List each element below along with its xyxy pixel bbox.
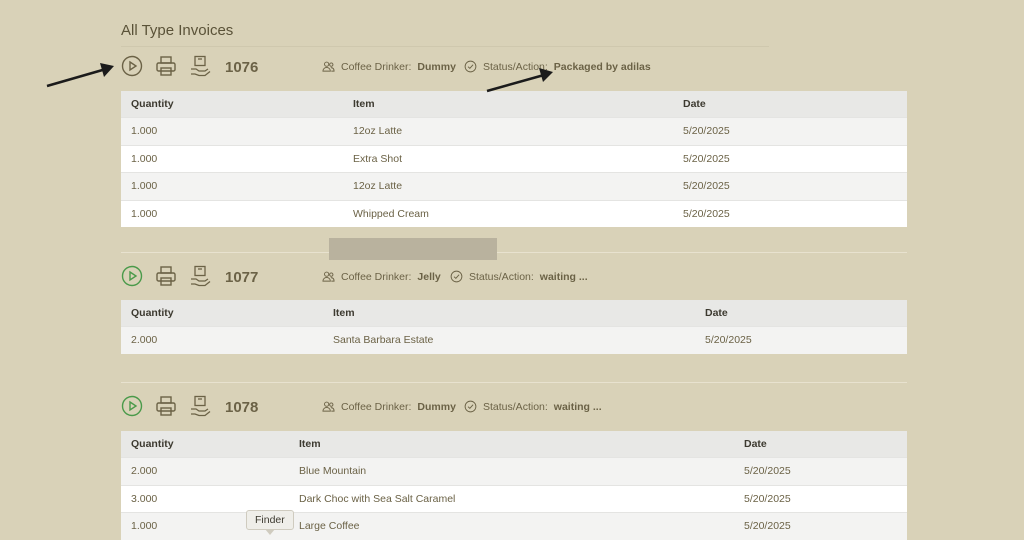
item-cell: 12oz Latte xyxy=(343,117,673,145)
table-row[interactable]: 2.000 Santa Barbara Estate 5/20/2025 xyxy=(121,326,907,354)
column-header[interactable]: Quantity xyxy=(121,300,323,327)
tooltip: Finder xyxy=(246,510,294,535)
invoice-number[interactable]: 1077 xyxy=(225,269,258,286)
package-hand-icon[interactable] xyxy=(189,395,211,417)
divider xyxy=(121,46,769,47)
invoice-header: 1077 Coffee Drinker: Jelly Status/Action… xyxy=(121,265,907,293)
invoice-number[interactable]: 1078 xyxy=(225,399,258,416)
printer-icon[interactable] xyxy=(155,55,177,77)
date-cell: 5/20/2025 xyxy=(673,172,907,200)
table-row[interactable]: 1.000 Whipped Cream 5/20/2025 xyxy=(121,199,907,227)
coffee-drinker-info: Coffee Drinker: Jelly xyxy=(322,270,441,283)
item-cell: Large Coffee xyxy=(289,512,734,540)
status-info: Status/Action: waiting ... xyxy=(450,270,588,283)
column-header[interactable]: Date xyxy=(695,300,907,327)
coffee-drinker-label: Coffee Drinker: xyxy=(341,400,412,413)
column-header[interactable]: Date xyxy=(734,431,907,458)
table-row[interactable]: 1.000 Large Coffee 5/20/2025 xyxy=(121,512,907,540)
date-cell: 5/20/2025 xyxy=(673,117,907,145)
quantity-cell: 1.000 xyxy=(121,199,343,227)
table-row[interactable]: 1.000 12oz Latte 5/20/2025 xyxy=(121,172,907,200)
divider xyxy=(121,252,907,253)
status-value[interactable]: waiting ... xyxy=(540,271,588,283)
invoice-number[interactable]: 1076 xyxy=(225,59,258,76)
check-circle-icon xyxy=(450,270,463,283)
coffee-drinker-info: Coffee Drinker: Dummy xyxy=(322,400,456,413)
date-cell: 5/20/2025 xyxy=(734,512,907,540)
column-header[interactable]: Date xyxy=(673,91,907,118)
printer-icon[interactable] xyxy=(155,395,177,417)
page-title: All Type Invoices xyxy=(121,22,234,39)
date-cell: 5/20/2025 xyxy=(673,144,907,173)
quantity-cell: 1.000 xyxy=(121,117,343,145)
coffee-drinker-info: Coffee Drinker: Dummy xyxy=(322,60,456,73)
item-cell: Santa Barbara Estate xyxy=(323,326,695,354)
play-icon[interactable] xyxy=(121,265,143,287)
status-label: Status/Action: xyxy=(469,270,534,283)
printer-icon[interactable] xyxy=(155,265,177,287)
divider xyxy=(121,382,907,383)
annotation-arrow xyxy=(46,63,114,88)
column-header[interactable]: Item xyxy=(289,431,734,458)
coffee-drinker-value: Jelly xyxy=(417,270,441,283)
status-value[interactable]: waiting ... xyxy=(554,401,602,413)
coffee-drinker-value: Dummy xyxy=(417,400,456,413)
play-icon[interactable] xyxy=(121,395,143,417)
quantity-cell: 2.000 xyxy=(121,326,323,354)
status-info: Status/Action: waiting ... xyxy=(464,400,602,413)
date-cell: 5/20/2025 xyxy=(695,326,907,354)
table-header: Quantity Item Date xyxy=(121,431,907,458)
date-cell: 5/20/2025 xyxy=(734,484,907,513)
status-value[interactable]: Packaged by adilas xyxy=(554,61,651,73)
table-row[interactable]: 1.000 Extra Shot 5/20/2025 xyxy=(121,144,907,173)
users-icon xyxy=(322,401,335,412)
coffee-drinker-label: Coffee Drinker: xyxy=(341,270,412,283)
date-cell: 5/20/2025 xyxy=(673,199,907,227)
table-row[interactable]: 1.000 12oz Latte 5/20/2025 xyxy=(121,117,907,145)
item-cell: Dark Choc with Sea Salt Caramel xyxy=(289,484,734,513)
package-hand-icon[interactable] xyxy=(189,265,211,287)
column-header[interactable]: Quantity xyxy=(121,91,343,118)
annotation-arrow xyxy=(486,68,553,93)
table-header: Quantity Item Date xyxy=(121,300,907,327)
check-circle-icon xyxy=(464,400,477,413)
column-header[interactable]: Quantity xyxy=(121,431,289,458)
invoice-items-table: Quantity Item Date 2.000 Blue Mountain 5/2… xyxy=(121,431,907,540)
status-label: Status/Action: xyxy=(483,400,548,413)
package-hand-icon[interactable] xyxy=(189,55,211,77)
item-cell: Blue Mountain xyxy=(289,457,734,485)
column-header[interactable]: Item xyxy=(323,300,695,327)
quantity-cell: 1.000 xyxy=(121,144,343,173)
quantity-cell: 1.000 xyxy=(121,172,343,200)
invoice-items-table: Quantity Item Date 2.000 Santa Barbara Est… xyxy=(121,300,907,354)
table-row[interactable]: 2.000 Blue Mountain 5/20/2025 xyxy=(121,457,907,485)
table-row[interactable]: 3.000 Dark Choc with Sea Salt Caramel 5/… xyxy=(121,484,907,513)
users-icon xyxy=(322,271,335,282)
coffee-drinker-label: Coffee Drinker: xyxy=(341,60,412,73)
item-cell: 12oz Latte xyxy=(343,172,673,200)
invoice-header: 1078 Coffee Drinker: Dummy Status/Action… xyxy=(121,395,907,423)
redacted-region xyxy=(329,238,497,260)
quantity-cell: 3.000 xyxy=(121,484,289,513)
play-icon[interactable] xyxy=(121,55,143,77)
check-circle-icon xyxy=(464,60,477,73)
users-icon xyxy=(322,61,335,72)
item-cell: Extra Shot xyxy=(343,144,673,173)
quantity-cell: 2.000 xyxy=(121,457,289,485)
date-cell: 5/20/2025 xyxy=(734,457,907,485)
item-cell: Whipped Cream xyxy=(343,199,673,227)
invoice-items-table: Quantity Item Date 1.000 12oz Latte 5/20/2… xyxy=(121,91,907,227)
coffee-drinker-value: Dummy xyxy=(417,60,456,73)
